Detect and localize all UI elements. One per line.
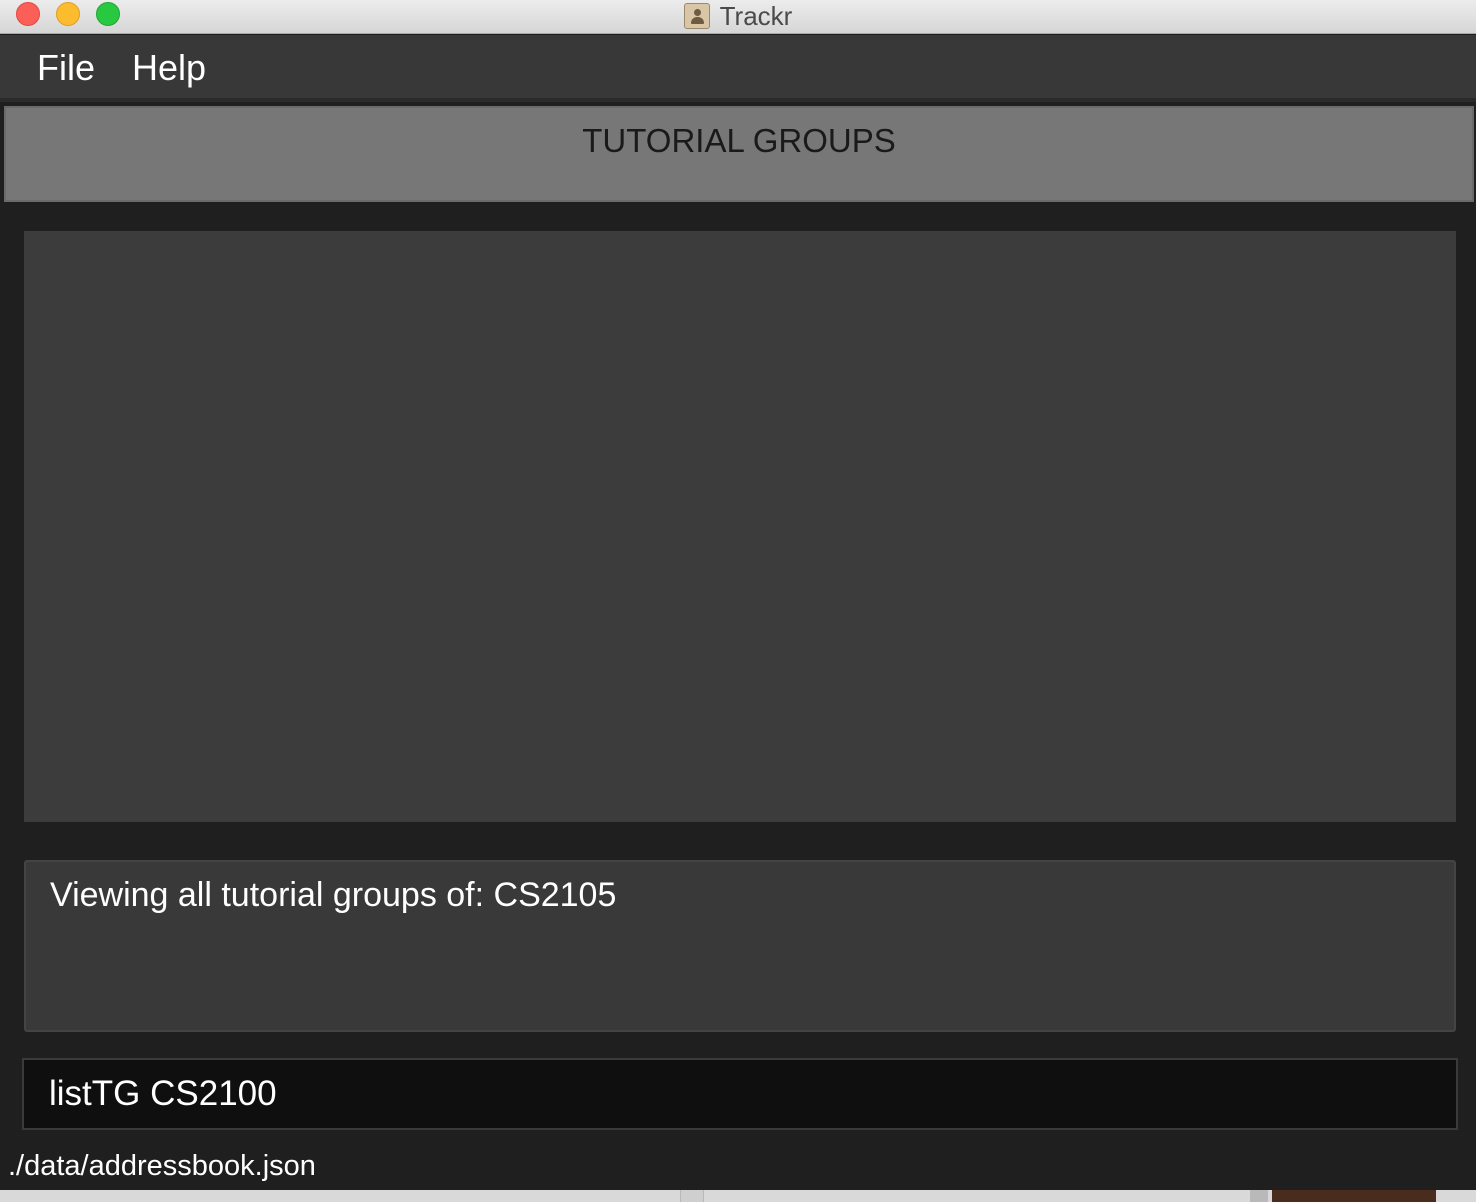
window-title: Trackr xyxy=(719,0,793,31)
window-title-group: Trackr xyxy=(0,0,1476,32)
background-window-edge xyxy=(1250,1190,1268,1202)
background-window-edge xyxy=(680,1190,704,1202)
background-desktop-strip xyxy=(0,1190,1476,1202)
section-header: TUTORIAL GROUPS xyxy=(4,106,1474,202)
menu-help[interactable]: Help xyxy=(132,47,206,89)
section-title: TUTORIAL GROUPS xyxy=(582,122,896,159)
result-message: Viewing all tutorial groups of: CS2105 xyxy=(50,876,617,914)
result-display: Viewing all tutorial groups of: CS2105 xyxy=(24,860,1456,1032)
window-titlebar[interactable]: Trackr xyxy=(0,0,1476,34)
background-window-edge xyxy=(1272,1190,1436,1202)
menu-file[interactable]: File xyxy=(37,47,95,89)
tutorial-group-list-panel[interactable] xyxy=(24,231,1456,822)
save-file-path: ./data/addressbook.json xyxy=(8,1150,316,1182)
command-input[interactable] xyxy=(22,1058,1458,1130)
status-bar: ./data/addressbook.json xyxy=(0,1146,1476,1190)
app-contact-icon xyxy=(683,3,710,29)
menu-bar: File Help xyxy=(0,35,1476,102)
